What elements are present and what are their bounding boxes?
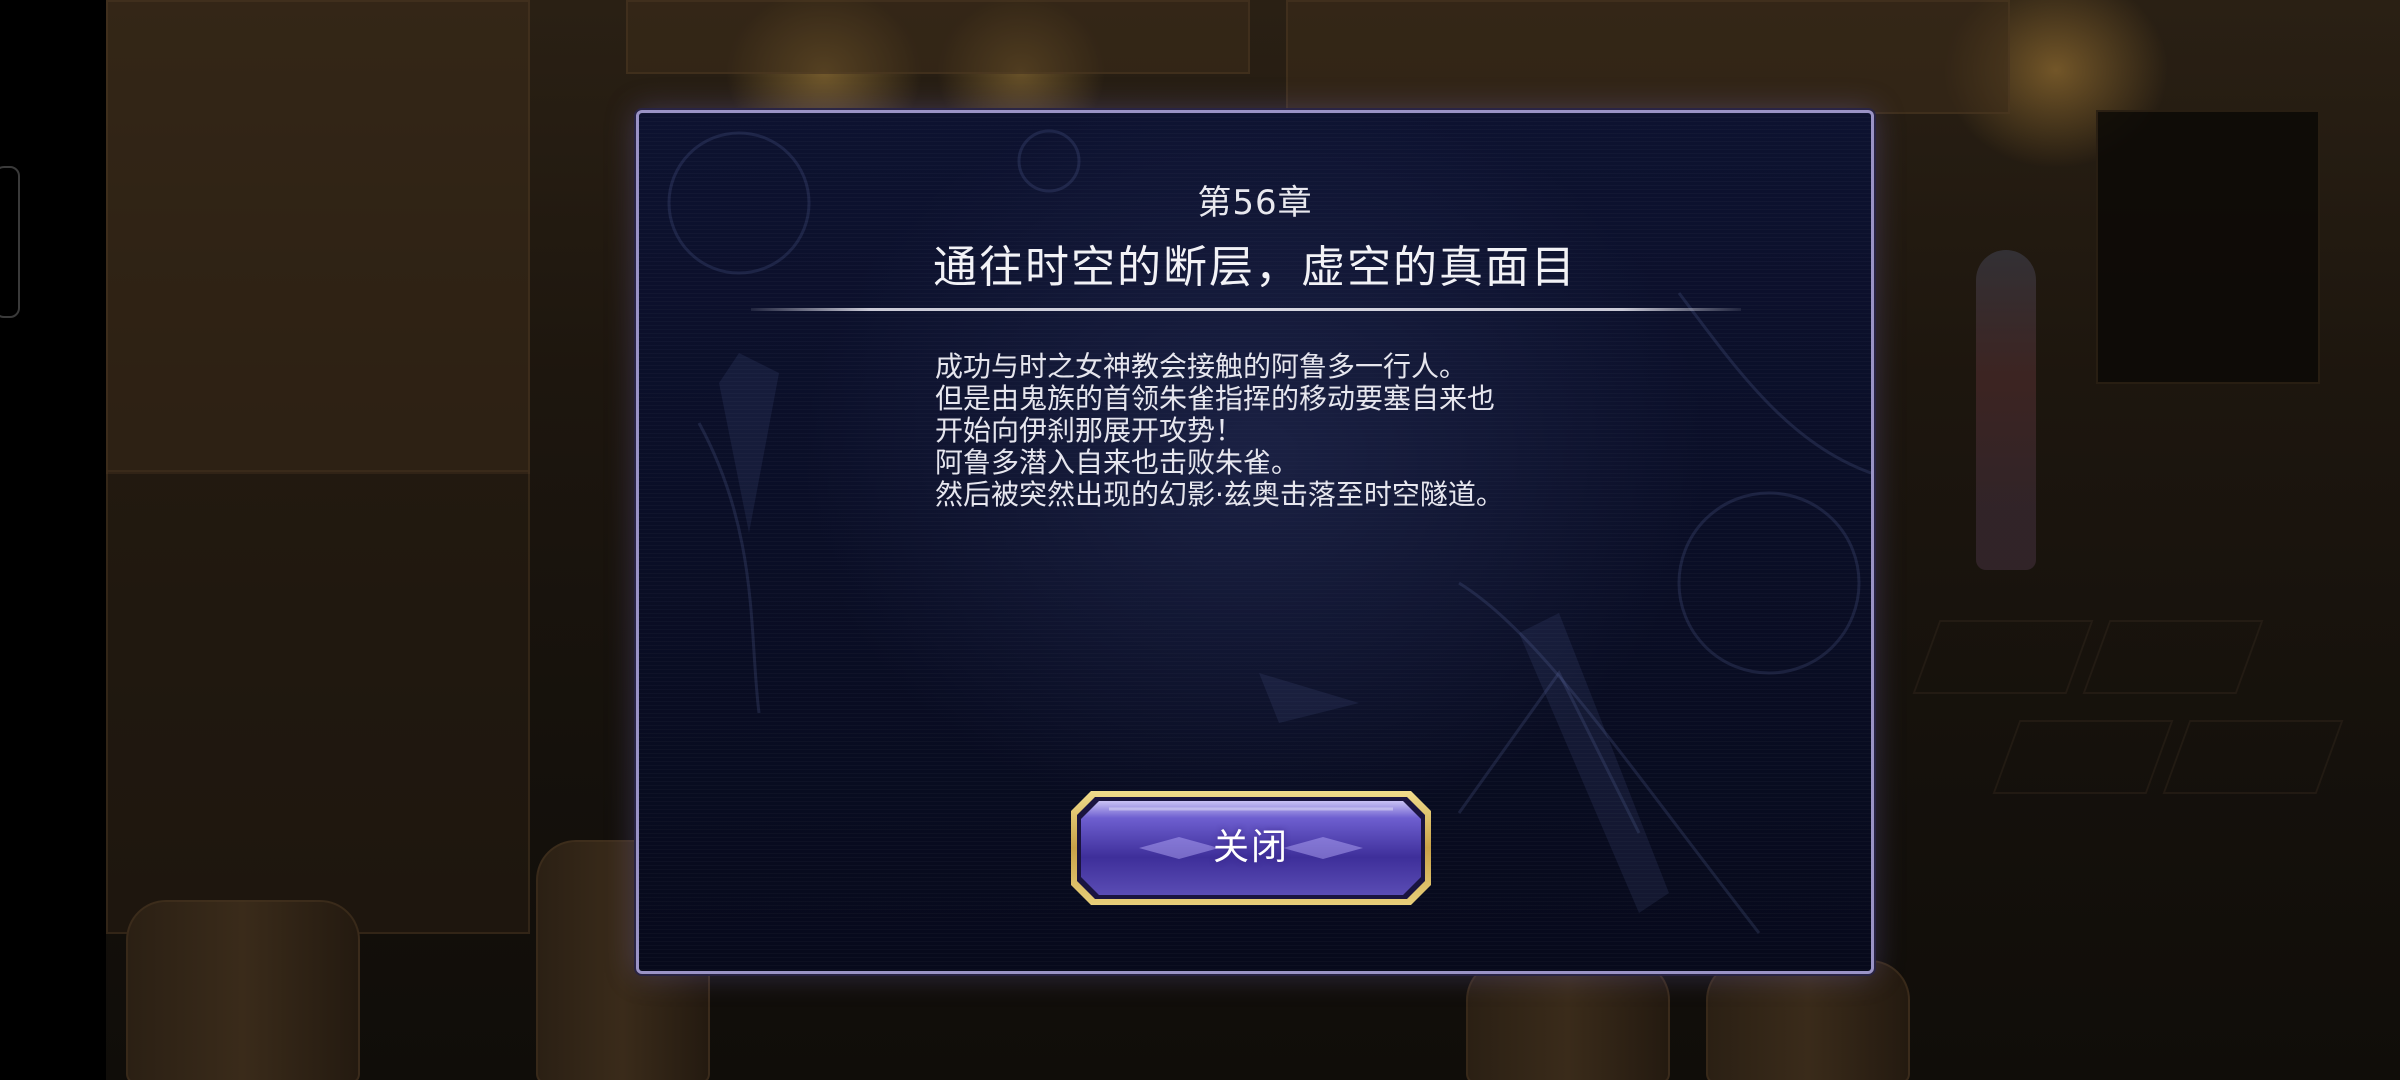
wall-panel [1286,0,2010,114]
story-line: 开始向伊刹那展开攻势！ [935,414,1244,447]
edge-swipe-handle[interactable] [0,166,20,318]
wall-panel [106,470,530,934]
game-screen: 第56章 通往时空的断层，虚空的真面目 成功与时之女神教会接触的阿鲁多一行人。 … [0,0,2400,1080]
title-divider [751,308,1741,311]
letterbox-bar [0,0,106,1080]
story-line: 然后被突然出现的幻影·兹奥击落至时空隧道。 [935,478,1504,511]
floor-tile [2162,720,2344,794]
wall-panel [626,0,1250,74]
close-button-label: 关闭 [1212,827,1289,868]
floor-tile [1992,720,2174,794]
barrel [1706,960,1910,1080]
chapter-summary-dialog: 第56章 通往时空的断层，虚空的真面目 成功与时之女神教会接触的阿鲁多一行人。 … [636,110,1874,974]
barrel [1466,960,1670,1080]
close-button[interactable]: 关闭 [1069,789,1433,907]
npc-character [1976,250,2036,570]
story-summary: 成功与时之女神教会接触的阿鲁多一行人。 但是由鬼族的首领朱雀指挥的移动要塞自来也… [935,351,1695,511]
barrel [126,900,360,1080]
story-line: 但是由鬼族的首领朱雀指挥的移动要塞自来也 [935,382,1496,415]
story-line: 成功与时之女神教会接触的阿鲁多一行人。 [935,350,1468,383]
floor-tile [1912,620,2094,694]
chapter-number: 第56章 [1197,183,1313,223]
story-line: 阿鲁多潜入自来也击败朱雀。 [935,446,1300,479]
floor-tile [2082,620,2264,694]
doorway [2096,110,2320,384]
wall-panel [106,0,530,474]
chapter-title: 通往时空的断层，虚空的真面目 [933,242,1577,293]
